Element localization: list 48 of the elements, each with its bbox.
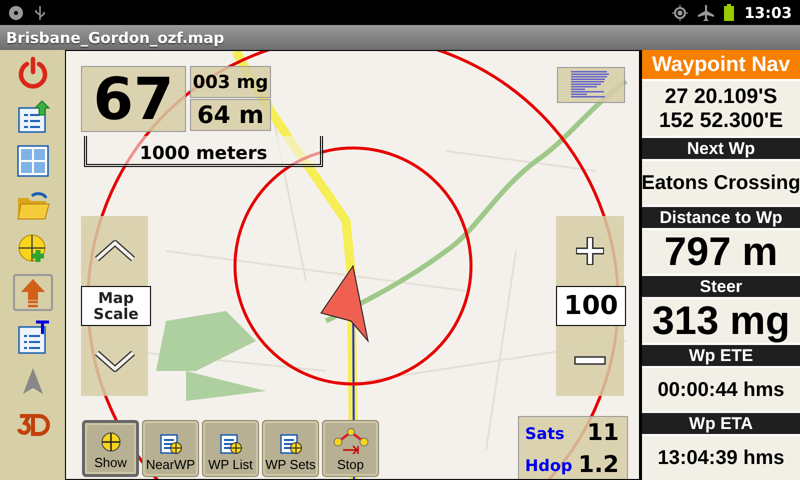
clock-time: 13:03 [744,4,792,22]
hdop-label: Hdop [525,456,572,474]
section-value: 313 mg [642,298,800,343]
plus-icon [574,235,606,267]
gps-icon [672,4,688,20]
section-heading: Wp ETE [642,344,800,366]
satellite-signal-icon [571,71,611,99]
sats-value: 11 [586,420,619,446]
zoom-level-value: 100 [556,286,626,326]
position-value: 27 20.109'S 152 52.300'E [642,81,800,136]
disc-icon [8,4,24,20]
window-title: Brisbane_Gordon_ozf.map [0,25,800,50]
speed-reading: 67 [93,65,174,133]
heading-reading: 003 mg [192,72,268,92]
list-icon [160,434,182,454]
hdop-value: 1.2 [578,452,619,478]
section-heading: Wp ETA [642,413,800,434]
panel-title: Waypoint Nav [642,50,800,79]
list-icon [220,434,242,454]
map-action-button[interactable]: WP List [202,420,259,477]
list-icon [280,434,302,454]
section-value: 13:04:39 hms [642,436,800,480]
section-heading: Next Wp [642,138,800,159]
map-action-button[interactable]: Show [82,420,139,477]
sats-label: Sats [525,424,564,442]
list-upload-icon [16,100,50,134]
battery-icon [724,4,734,21]
map-action-button[interactable]: Stop [322,420,379,477]
airplane-icon [698,4,714,20]
map-scale-label: Map Scale [81,286,151,326]
crosshair-icon [100,432,120,452]
route-icon [332,428,368,454]
section-heading: Distance to Wp [642,206,800,228]
section-value: 797 m [642,230,800,274]
usb-icon [34,4,46,20]
section-value: 00:00:44 hms [642,368,800,412]
map-action-button[interactable]: NearWP [142,420,199,477]
section-value: Eatons Crossing [642,161,800,205]
power-icon [16,56,50,90]
grid-icon [16,144,50,178]
list-text-icon [16,320,50,354]
altitude-reading: 64 m [197,101,264,129]
chevron-up-icon [92,239,136,263]
chevron-down-icon [92,349,136,373]
minus-icon [574,356,606,366]
map-action-button[interactable]: WP Sets [262,420,319,477]
section-heading: Steer [642,276,800,297]
scale-bar: 1000 meters [84,136,323,167]
